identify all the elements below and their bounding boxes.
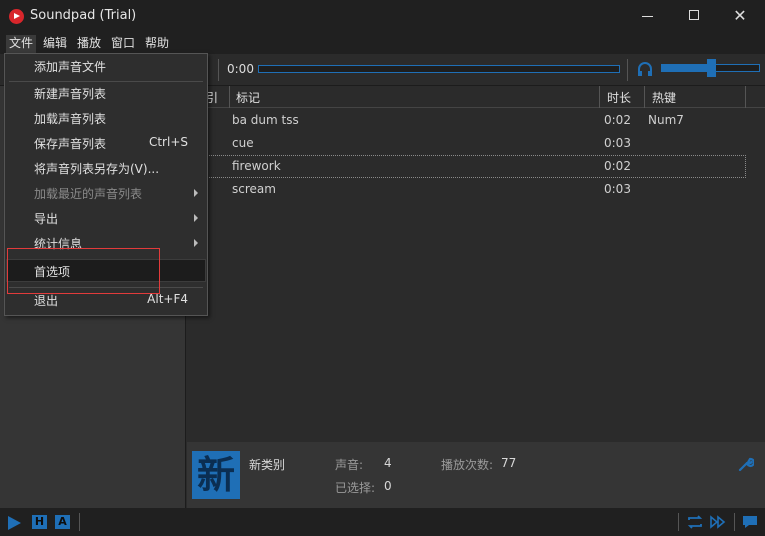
column-hotkey[interactable]: 热键 bbox=[652, 89, 676, 106]
menu-file[interactable]: 文件 bbox=[6, 35, 37, 53]
shortcut-label: Ctrl+S bbox=[148, 135, 188, 149]
volume-thumb[interactable] bbox=[706, 59, 716, 77]
wrench-icon[interactable] bbox=[738, 456, 754, 472]
selected-count-label: 已选择: bbox=[335, 481, 376, 495]
toolbar-divider bbox=[218, 59, 219, 81]
table-row[interactable]: firework 0:02 bbox=[186, 155, 746, 178]
sounds-count-value: 4 bbox=[384, 456, 392, 470]
shortcut-label: Alt+F4 bbox=[147, 292, 188, 306]
menu-save-sound-list-as[interactable]: 将声音列表另存为(V)... bbox=[6, 156, 206, 179]
menu-new-sound-list[interactable]: 新建声音列表 bbox=[6, 81, 206, 104]
volume-slider[interactable] bbox=[661, 59, 760, 77]
column-duration[interactable]: 时长 bbox=[607, 89, 631, 106]
table-row[interactable]: ba dum tss 0:02 Num7 bbox=[186, 109, 746, 132]
maximize-button[interactable] bbox=[671, 0, 717, 32]
submenu-arrow-icon bbox=[194, 239, 198, 247]
chat-icon[interactable] bbox=[741, 514, 759, 530]
row-duration: 0:02 bbox=[604, 159, 631, 173]
submenu-arrow-icon bbox=[194, 189, 198, 197]
menu-bar: 文件 编辑 播放 窗口 帮助 bbox=[0, 32, 765, 54]
seek-bar[interactable] bbox=[258, 65, 620, 73]
menu-edit[interactable]: 编辑 bbox=[40, 35, 70, 53]
menu-export[interactable]: 导出 bbox=[6, 206, 206, 229]
menu-load-sound-list[interactable]: 加载声音列表 bbox=[6, 106, 206, 129]
row-tag: ba dum tss bbox=[232, 113, 299, 127]
category-info-panel: 新 新类别 声音: 4 播放次数: 77 已选择: 0 bbox=[187, 442, 765, 508]
autoplay-toggle-button[interactable]: A bbox=[55, 515, 70, 529]
close-button[interactable]: ✕ bbox=[717, 0, 763, 32]
minimize-icon bbox=[642, 16, 653, 17]
title-bar: Soundpad (Trial) ✕ bbox=[0, 0, 765, 32]
table-header: 引 标记 时长 热键 bbox=[186, 86, 765, 108]
play-count-value: 77 bbox=[501, 456, 517, 470]
fast-forward-icon[interactable] bbox=[709, 514, 727, 530]
hotkeys-toggle-button[interactable]: H bbox=[32, 515, 47, 529]
row-duration: 0:03 bbox=[604, 136, 631, 150]
play-icon[interactable] bbox=[8, 516, 21, 530]
category-icon[interactable]: 新 bbox=[192, 451, 240, 499]
toolbar-divider bbox=[627, 59, 628, 81]
repeat-icon[interactable] bbox=[686, 514, 704, 530]
submenu-arrow-icon bbox=[194, 214, 198, 222]
minimize-button[interactable] bbox=[625, 0, 671, 32]
close-icon: ✕ bbox=[733, 6, 747, 25]
time-display: 0:00 bbox=[227, 62, 254, 76]
status-bar: H A bbox=[0, 508, 765, 536]
row-tag: cue bbox=[232, 136, 254, 150]
sound-table: 引 标记 时长 热键 ba dum tss 0:02 Num7 cue 0:03… bbox=[186, 86, 765, 442]
play-count-label: 播放次数: bbox=[441, 458, 494, 472]
column-tag[interactable]: 标记 bbox=[236, 89, 260, 106]
window-title: Soundpad (Trial) bbox=[30, 8, 137, 23]
category-name: 新类别 bbox=[249, 458, 286, 472]
row-tag: firework bbox=[232, 159, 281, 173]
selected-count-value: 0 bbox=[384, 479, 392, 493]
menu-save-sound-list[interactable]: 保存声音列表 Ctrl+S bbox=[6, 131, 206, 154]
soundpad-logo-icon bbox=[9, 9, 24, 24]
table-row[interactable]: cue 0:03 bbox=[186, 132, 746, 155]
table-row[interactable]: scream 0:03 bbox=[186, 178, 746, 201]
menu-window[interactable]: 窗口 bbox=[108, 35, 138, 53]
menu-help[interactable]: 帮助 bbox=[142, 35, 172, 53]
row-duration: 0:03 bbox=[604, 182, 631, 196]
highlight-annotation-box bbox=[7, 248, 160, 294]
row-tag: scream bbox=[232, 182, 276, 196]
volume-fill bbox=[661, 64, 711, 72]
sounds-count-label: 声音: bbox=[335, 458, 364, 472]
menu-add-sound-file[interactable]: 添加声音文件 bbox=[6, 54, 206, 77]
row-hotkey: Num7 bbox=[648, 113, 684, 127]
row-duration: 0:02 bbox=[604, 113, 631, 127]
menu-load-recent: 加载最近的声音列表 bbox=[6, 181, 206, 204]
headphone-icon[interactable] bbox=[637, 61, 653, 77]
menu-play[interactable]: 播放 bbox=[74, 35, 104, 53]
maximize-icon bbox=[689, 10, 699, 20]
